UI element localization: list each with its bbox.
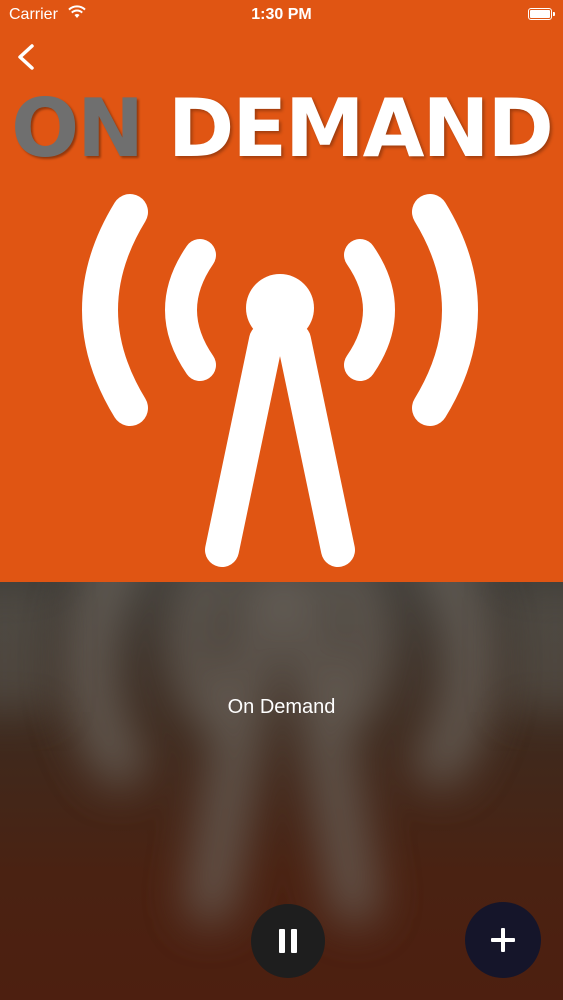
- artwork-title-demand: DEMAND: [142, 82, 554, 175]
- status-bar: Carrier 1:30 PM: [0, 0, 563, 30]
- radio-tower-icon: [82, 194, 478, 567]
- station-artwork: ON DEMAND: [0, 0, 563, 582]
- add-button[interactable]: [465, 902, 541, 978]
- track-title: On Demand: [227, 696, 336, 718]
- pause-icon: [279, 929, 285, 953]
- battery-icon: [528, 8, 555, 20]
- pause-button[interactable]: [251, 904, 325, 978]
- pause-icon-bar: [291, 929, 297, 953]
- status-time: 1:30 PM: [251, 6, 312, 23]
- artwork-title: ON DEMAND: [0, 84, 563, 174]
- chevron-left-icon: [18, 44, 34, 70]
- artwork-title-on: ON: [11, 82, 144, 175]
- plus-icon-stroke: [501, 928, 505, 952]
- player-controls-area: On Demand: [0, 582, 563, 1000]
- back-button[interactable]: [10, 40, 44, 74]
- player-screen: ON DEMAND Carrier 1:30 PM On Demand: [0, 0, 563, 1000]
